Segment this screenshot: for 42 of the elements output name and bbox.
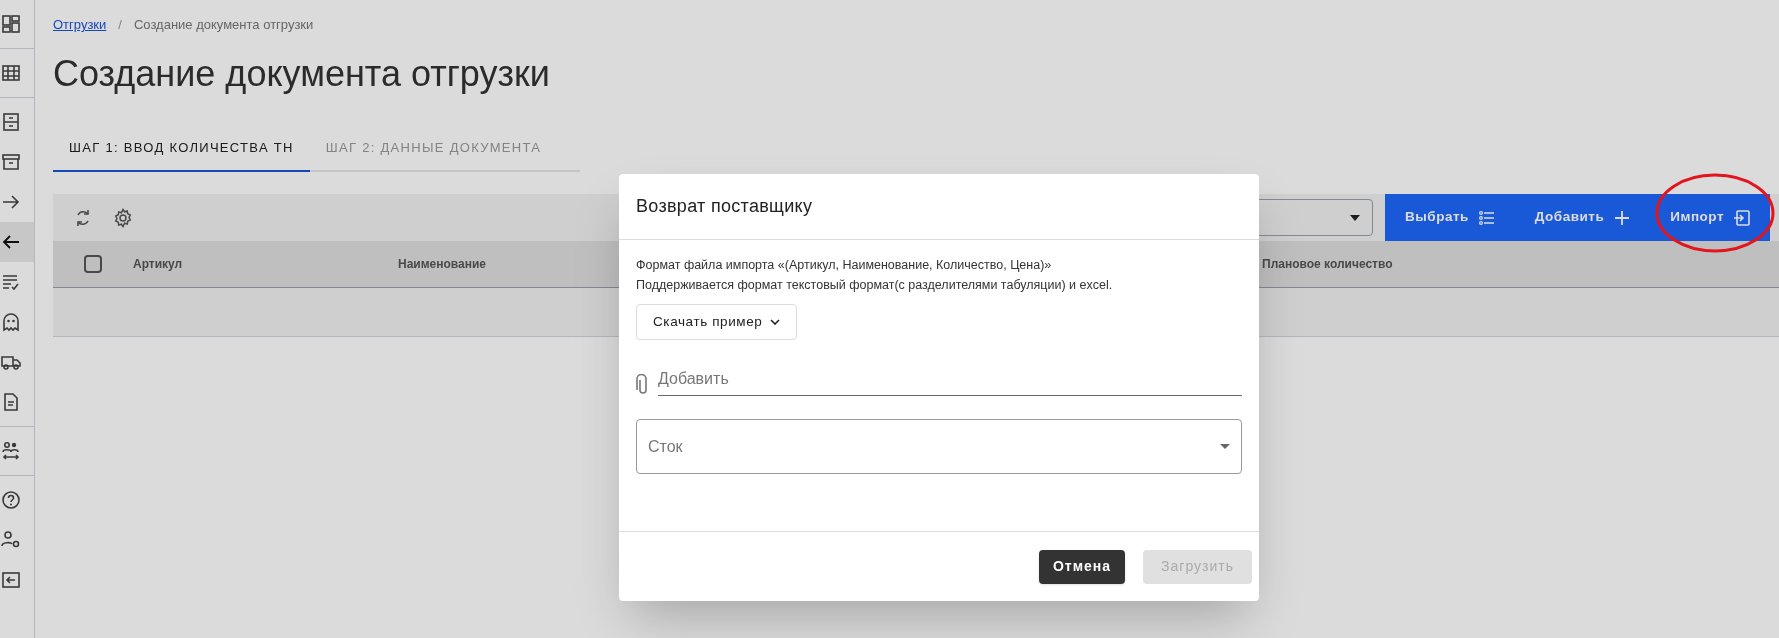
cabinet-icon	[1, 112, 21, 132]
sidebar-item[interactable]	[0, 222, 34, 262]
import-format-text: Формат файла импорта «(Артикул, Наименование, Количество, Цена)»	[636, 257, 1053, 274]
document-icon	[1, 392, 21, 412]
download-example-button[interactable]: Скачать пример	[636, 304, 798, 340]
settings-button[interactable]	[113, 207, 133, 228]
dialog-button[interactable]: Отмена	[1038, 549, 1126, 584]
caret-icon	[1220, 444, 1230, 449]
settings-icon	[113, 207, 133, 228]
toolbar-action-button[interactable]: Добавить	[1514, 194, 1651, 241]
breadcrumb-separator: /	[118, 16, 122, 35]
paperclip-icon	[636, 374, 650, 396]
dialog-title: Возврат поставщику	[636, 195, 813, 218]
import-icon	[1734, 209, 1750, 226]
logout-icon	[1, 570, 21, 590]
toolbar-action-button[interactable]: Выбрать	[1385, 194, 1515, 241]
archive-box-icon	[1, 152, 21, 172]
import-format-text: Поддерживается формат текстовый формат(с разделителями табуляции) и excel.	[636, 277, 1114, 294]
chevron-down-icon	[770, 319, 781, 325]
checklist-icon	[1, 272, 21, 292]
breadcrumb-link[interactable]: Отгрузки	[53, 15, 107, 35]
column-header: Артикул	[133, 257, 183, 271]
column-header: Наименование	[398, 257, 487, 271]
dashboard-icon	[1, 14, 21, 34]
page-title: Создание документа отгрузки	[53, 52, 551, 96]
toolbar-action-button[interactable]: Импорт	[1650, 194, 1770, 241]
plus-icon	[1614, 209, 1631, 226]
caret-icon	[1350, 214, 1361, 221]
breadcrumb-current: Создание документа отгрузки	[133, 16, 314, 35]
attachment-field[interactable]: Добавить	[658, 362, 1242, 396]
stock-select[interactable]: Сток	[636, 419, 1242, 474]
people-transfer-icon	[1, 441, 21, 461]
list-icon	[1478, 209, 1495, 226]
user-settings-icon	[1, 530, 21, 550]
step-tab[interactable]: ШАГ 2: ДАННЫЕ ДОКУМЕНТА	[309, 126, 558, 172]
column-header: Плановое количество	[1262, 257, 1393, 271]
grid-icon	[1, 63, 21, 83]
help-icon	[1, 490, 21, 510]
ghost-icon	[1, 312, 21, 332]
checkbox[interactable]	[84, 255, 102, 273]
select-placeholder: Сток	[648, 436, 683, 457]
step-tab[interactable]: ШАГ 1: ВВОД КОЛИЧЕСТВА ТН	[53, 126, 310, 172]
